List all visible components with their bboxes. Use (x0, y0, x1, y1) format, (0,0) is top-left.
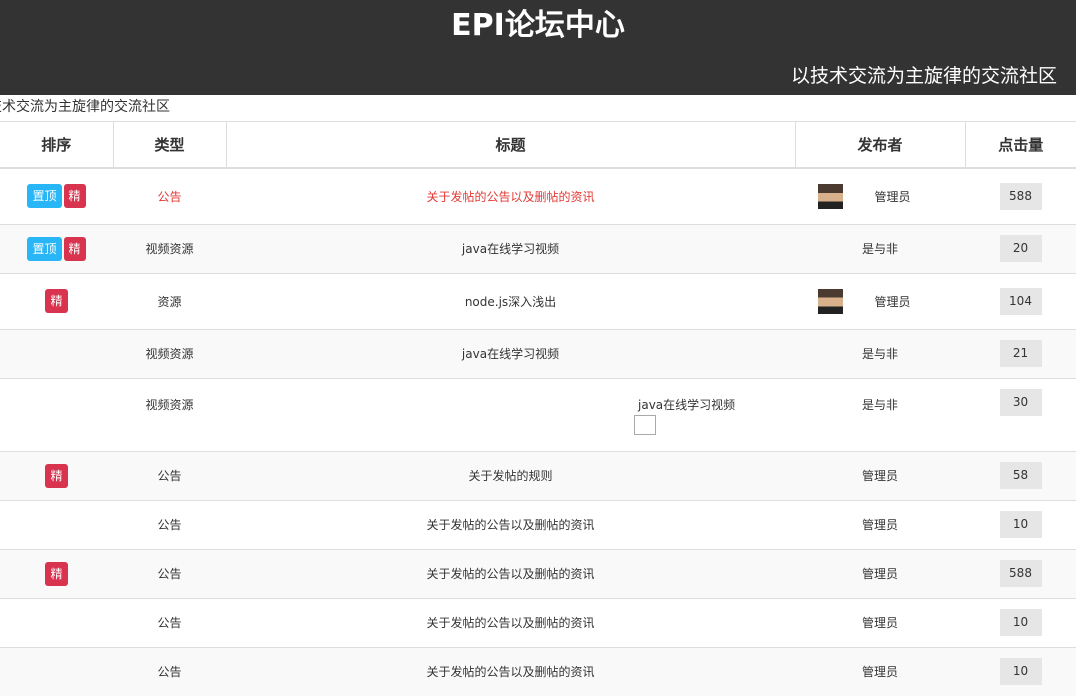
clicks-cell: 30 (965, 377, 1076, 451)
table-header-row: 排序 类型 标题 发布者 点击量 (0, 121, 1076, 169)
author-name[interactable]: 是与非 (795, 223, 965, 273)
post-type: 视频资源 (113, 223, 226, 273)
table-row[interactable]: 精 公告 关于发帖的公告以及删帖的资讯 管理员 588 (0, 548, 1076, 598)
pinned-badge: 置顶 (27, 236, 62, 261)
table-row[interactable]: 公告 关于发帖的公告以及删帖的资讯 管理员 10 (0, 646, 1076, 696)
author-name[interactable]: 管理员 (795, 646, 965, 696)
sort-cell: 精 (0, 450, 113, 500)
click-count: 21 (999, 340, 1042, 367)
author-name[interactable]: 管理员 (795, 548, 965, 598)
scrolling-notice: 技术交流为主旋律的交流社区 (0, 99, 170, 115)
header-author[interactable]: 发布者 (794, 121, 965, 169)
elite-badge: 精 (45, 289, 68, 313)
clicks-cell: 10 (965, 646, 1076, 696)
header-title[interactable]: 标题 (225, 121, 795, 169)
click-count: 58 (999, 462, 1042, 489)
clicks-cell: 10 (965, 499, 1076, 549)
click-count: 588 (999, 182, 1042, 210)
author-name[interactable]: 管理员 (874, 293, 910, 310)
author-cell: 管理员 (795, 272, 965, 329)
forum-post-table: 排序 类型 标题 发布者 点击量 置顶精 公告 关于发帖的公告以及删帖的资讯 管… (0, 121, 1076, 696)
author-name[interactable]: 管理员 (795, 450, 965, 500)
clicks-cell: 588 (965, 167, 1076, 224)
post-title-link[interactable]: 关于发帖的公告以及删帖的资讯 (226, 499, 795, 549)
post-title-link[interactable]: 关于发帖的公告以及删帖的资讯 (226, 597, 795, 647)
table-row[interactable]: 置顶精 公告 关于发帖的公告以及删帖的资讯 管理员 588 (0, 167, 1076, 224)
author-name[interactable]: 管理员 (874, 188, 910, 205)
post-title-cell: java在线学习视频 (226, 377, 795, 451)
post-type: 视频资源 (113, 377, 226, 451)
table-row[interactable]: 视频资源 java在线学习视频 是与非 30 (0, 377, 1076, 451)
elite-badge: 精 (63, 236, 86, 261)
click-count: 104 (999, 287, 1042, 315)
author-name[interactable]: 是与非 (795, 377, 965, 451)
post-type: 视频资源 (113, 328, 226, 378)
post-type: 公告 (113, 597, 226, 647)
clicks-cell: 588 (965, 548, 1076, 598)
sort-cell (0, 646, 113, 696)
sort-cell (0, 499, 113, 549)
sort-cell (0, 377, 113, 451)
clicks-cell: 20 (965, 223, 1076, 273)
table-row[interactable]: 精 资源 node.js深入浅出 管理员 104 (0, 272, 1076, 329)
sort-cell (0, 328, 113, 378)
table-row[interactable]: 视频资源 java在线学习视频 是与非 21 (0, 328, 1076, 378)
elite-badge: 精 (45, 463, 68, 488)
author-avatar[interactable] (818, 288, 844, 314)
elite-badge: 精 (45, 561, 68, 586)
sort-cell (0, 597, 113, 647)
click-count: 10 (999, 609, 1042, 636)
header-clicks[interactable]: 点击量 (964, 121, 1076, 169)
post-type: 公告 (113, 499, 226, 549)
author-avatar[interactable] (818, 183, 844, 209)
post-title-link[interactable]: 关于发帖的公告以及删帖的资讯 (226, 548, 795, 598)
post-type: 公告 (113, 450, 226, 500)
table-row[interactable]: 置顶精 视频资源 java在线学习视频 是与非 20 (0, 223, 1076, 273)
post-title-link[interactable]: java在线学习视频 (226, 328, 795, 378)
post-title-link[interactable]: 关于发帖的公告以及删帖的资讯 (226, 167, 795, 224)
post-type: 公告 (113, 548, 226, 598)
post-type: 资源 (113, 272, 226, 329)
table-row[interactable]: 公告 关于发帖的公告以及删帖的资讯 管理员 10 (0, 499, 1076, 549)
post-type: 公告 (113, 167, 226, 224)
click-count: 10 (999, 658, 1042, 686)
sort-cell: 精 (0, 272, 113, 329)
post-title-link[interactable]: 关于发帖的规则 (226, 450, 795, 500)
site-title: EPI论坛中心 (451, 8, 625, 43)
header-type[interactable]: 类型 (112, 121, 226, 169)
header-sort[interactable]: 排序 (0, 121, 113, 169)
click-count: 30 (999, 388, 1042, 416)
elite-badge: 精 (63, 184, 86, 209)
click-count: 20 (999, 235, 1042, 262)
site-subtitle: 以技术交流为主旋律的交流社区 (790, 65, 1057, 87)
site-header: EPI论坛中心 以技术交流为主旋律的交流社区 (0, 0, 1076, 95)
post-title-link[interactable]: java在线学习视频 (412, 396, 795, 413)
click-count: 588 (999, 560, 1042, 587)
post-type: 公告 (113, 646, 226, 696)
post-title-link[interactable]: node.js深入浅出 (226, 272, 795, 329)
clicks-cell: 10 (965, 597, 1076, 647)
sort-cell: 置顶精 (0, 223, 113, 273)
table-row[interactable]: 公告 关于发帖的公告以及删帖的资讯 管理员 10 (0, 597, 1076, 647)
post-title-link[interactable]: java在线学习视频 (226, 223, 795, 273)
author-cell: 管理员 (795, 167, 965, 224)
clicks-cell: 21 (965, 328, 1076, 378)
broken-image-icon (634, 414, 656, 435)
author-name[interactable]: 管理员 (795, 597, 965, 647)
author-name[interactable]: 管理员 (795, 499, 965, 549)
table-row[interactable]: 精 公告 关于发帖的规则 管理员 58 (0, 450, 1076, 500)
post-title-link[interactable]: 关于发帖的公告以及删帖的资讯 (226, 646, 795, 696)
sort-cell: 置顶精 (0, 167, 113, 224)
author-name[interactable]: 是与非 (795, 328, 965, 378)
sort-cell: 精 (0, 548, 113, 598)
clicks-cell: 104 (965, 272, 1076, 329)
clicks-cell: 58 (965, 450, 1076, 500)
pinned-badge: 置顶 (27, 184, 62, 209)
click-count: 10 (999, 511, 1042, 538)
